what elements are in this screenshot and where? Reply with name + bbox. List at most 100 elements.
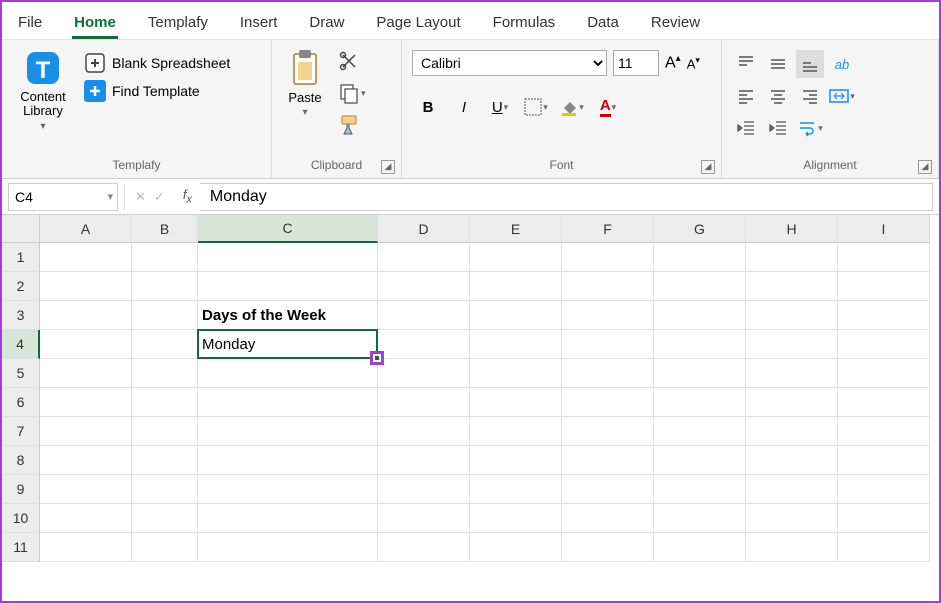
cut-button[interactable]	[338, 50, 366, 72]
cell-E5[interactable]	[470, 359, 562, 388]
column-header-H[interactable]: H	[746, 215, 838, 243]
cell-A7[interactable]	[40, 417, 132, 446]
cell-F5[interactable]	[562, 359, 654, 388]
align-top-button[interactable]	[732, 50, 760, 78]
cell-H8[interactable]	[746, 446, 838, 475]
column-header-C[interactable]: C	[198, 215, 378, 243]
row-header-8[interactable]: 8	[2, 446, 40, 475]
cell-C3[interactable]: Days of the Week	[198, 301, 378, 330]
font-size-input[interactable]	[613, 50, 659, 76]
cell-A10[interactable]	[40, 504, 132, 533]
cell-G10[interactable]	[654, 504, 746, 533]
cell-A2[interactable]	[40, 272, 132, 301]
italic-button[interactable]: I	[448, 92, 480, 122]
cell-A5[interactable]	[40, 359, 132, 388]
align-middle-button[interactable]	[764, 50, 792, 78]
cell-B10[interactable]	[132, 504, 198, 533]
tab-home[interactable]: Home	[58, 8, 132, 39]
cell-B8[interactable]	[132, 446, 198, 475]
row-header-2[interactable]: 2	[2, 272, 40, 301]
cell-E10[interactable]	[470, 504, 562, 533]
cell-E3[interactable]	[470, 301, 562, 330]
cell-I8[interactable]	[838, 446, 930, 475]
cell-E11[interactable]	[470, 533, 562, 562]
fx-icon[interactable]: fx	[175, 187, 200, 206]
align-right-button[interactable]	[796, 82, 824, 110]
cell-H5[interactable]	[746, 359, 838, 388]
fill-color-button[interactable]: ▾	[556, 92, 588, 122]
cell-C1[interactable]	[198, 243, 378, 272]
cell-B7[interactable]	[132, 417, 198, 446]
cell-G2[interactable]	[654, 272, 746, 301]
cell-A11[interactable]	[40, 533, 132, 562]
increase-font-button[interactable]: A▴	[665, 53, 681, 72]
tab-insert[interactable]: Insert	[224, 8, 294, 39]
cell-D8[interactable]	[378, 446, 470, 475]
cell-C2[interactable]	[198, 272, 378, 301]
tab-formulas[interactable]: Formulas	[477, 8, 572, 39]
cell-F2[interactable]	[562, 272, 654, 301]
cell-F10[interactable]	[562, 504, 654, 533]
cell-D6[interactable]	[378, 388, 470, 417]
font-name-select[interactable]: Calibri	[412, 50, 607, 76]
bold-button[interactable]: B	[412, 92, 444, 122]
name-box[interactable]: C4	[8, 183, 118, 211]
tab-review[interactable]: Review	[635, 8, 716, 39]
cell-I7[interactable]	[838, 417, 930, 446]
align-left-button[interactable]	[732, 82, 760, 110]
decrease-indent-button[interactable]	[732, 114, 760, 142]
tab-page-layout[interactable]: Page Layout	[360, 8, 476, 39]
cell-G11[interactable]	[654, 533, 746, 562]
cell-B2[interactable]	[132, 272, 198, 301]
cell-D4[interactable]	[378, 330, 470, 359]
cell-B3[interactable]	[132, 301, 198, 330]
row-header-3[interactable]: 3	[2, 301, 40, 330]
cell-I1[interactable]	[838, 243, 930, 272]
cell-D11[interactable]	[378, 533, 470, 562]
cell-G4[interactable]	[654, 330, 746, 359]
font-color-button[interactable]: A▾	[592, 92, 624, 122]
cell-C8[interactable]	[198, 446, 378, 475]
column-header-A[interactable]: A	[40, 215, 132, 243]
cell-H3[interactable]	[746, 301, 838, 330]
cell-F1[interactable]	[562, 243, 654, 272]
cell-B11[interactable]	[132, 533, 198, 562]
cell-D9[interactable]	[378, 475, 470, 504]
tab-data[interactable]: Data	[571, 8, 635, 39]
align-bottom-button[interactable]	[796, 50, 824, 78]
cell-H2[interactable]	[746, 272, 838, 301]
cell-D2[interactable]	[378, 272, 470, 301]
cell-F7[interactable]	[562, 417, 654, 446]
cell-G3[interactable]	[654, 301, 746, 330]
cell-G9[interactable]	[654, 475, 746, 504]
wrap-text-button[interactable]: ▾	[796, 114, 824, 142]
cell-H11[interactable]	[746, 533, 838, 562]
cell-C5[interactable]	[198, 359, 378, 388]
blank-spreadsheet-button[interactable]: Blank Spreadsheet	[84, 52, 230, 74]
cell-D7[interactable]	[378, 417, 470, 446]
cell-H7[interactable]	[746, 417, 838, 446]
cell-E6[interactable]	[470, 388, 562, 417]
cell-I4[interactable]	[838, 330, 930, 359]
cell-I3[interactable]	[838, 301, 930, 330]
merge-button[interactable]: ▾	[828, 82, 856, 110]
font-launcher-icon[interactable]: ◢	[701, 160, 715, 174]
borders-button[interactable]: ▾	[520, 92, 552, 122]
clipboard-launcher-icon[interactable]: ◢	[381, 160, 395, 174]
cell-H1[interactable]	[746, 243, 838, 272]
cell-I11[interactable]	[838, 533, 930, 562]
row-header-4[interactable]: 4	[2, 330, 40, 359]
cell-F4[interactable]	[562, 330, 654, 359]
column-header-F[interactable]: F	[562, 215, 654, 243]
cell-C4[interactable]: Monday	[198, 330, 378, 359]
cell-E7[interactable]	[470, 417, 562, 446]
cell-D10[interactable]	[378, 504, 470, 533]
cell-E2[interactable]	[470, 272, 562, 301]
cell-A9[interactable]	[40, 475, 132, 504]
cell-C11[interactable]	[198, 533, 378, 562]
cell-F9[interactable]	[562, 475, 654, 504]
cell-G6[interactable]	[654, 388, 746, 417]
decrease-font-button[interactable]: A▾	[687, 55, 700, 71]
row-header-1[interactable]: 1	[2, 243, 40, 272]
cell-I5[interactable]	[838, 359, 930, 388]
